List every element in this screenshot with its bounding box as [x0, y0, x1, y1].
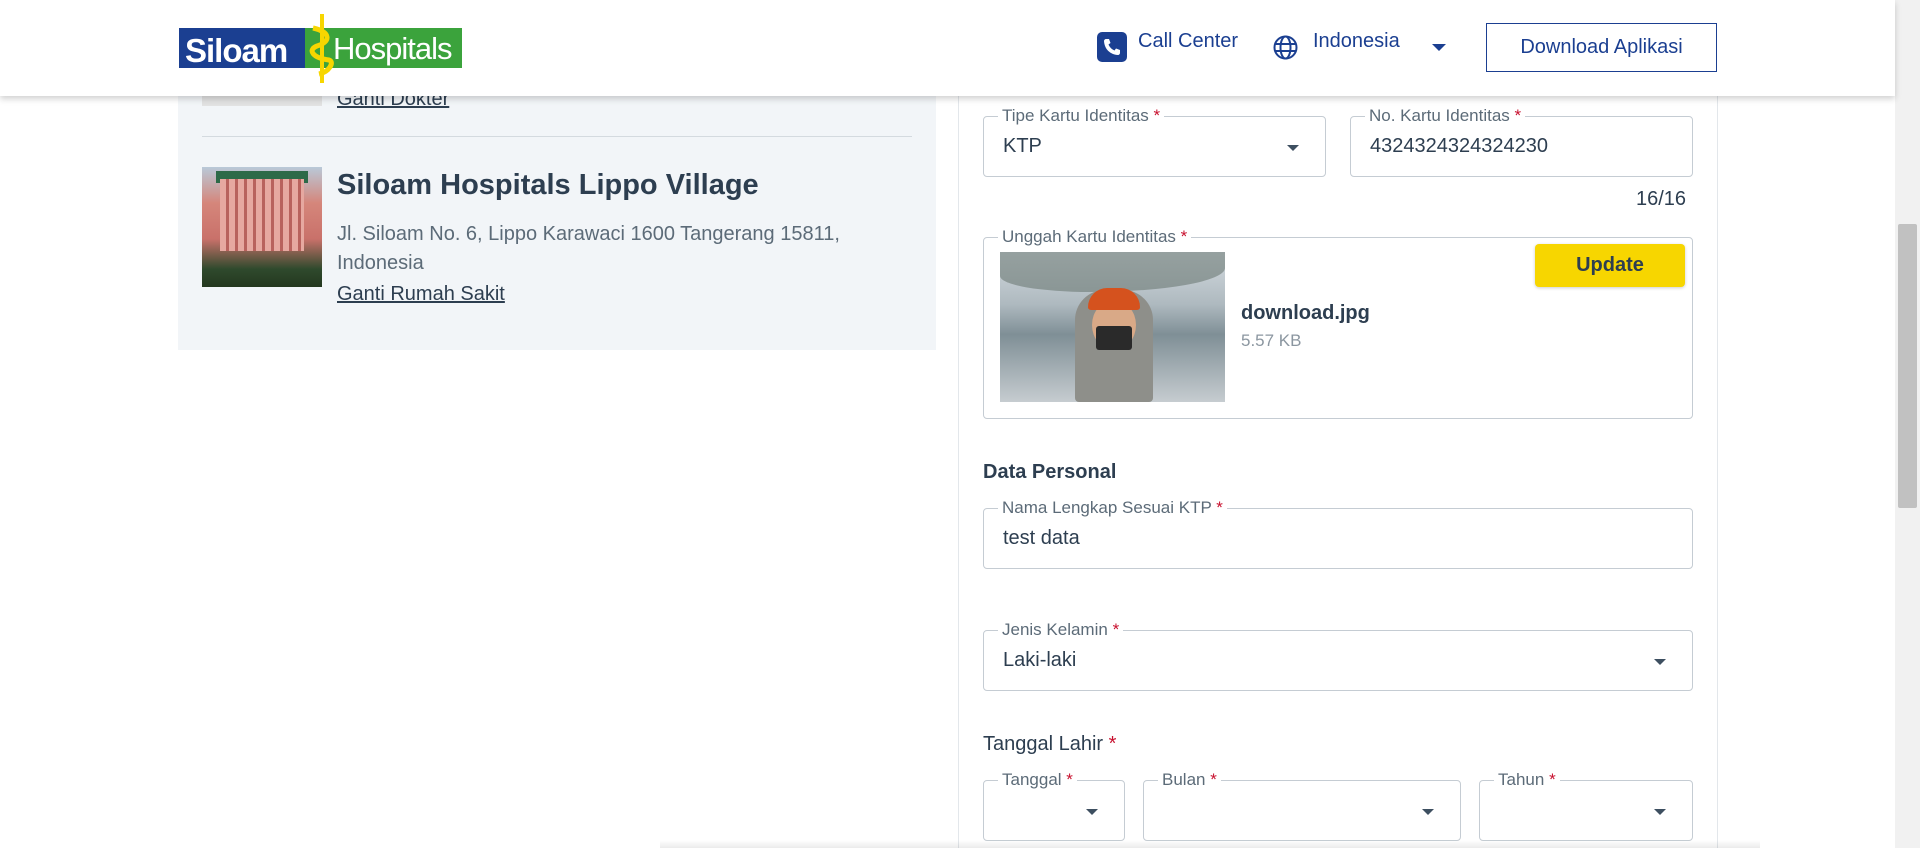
change-hospital-link[interactable]: Ganti Rumah Sakit: [337, 283, 505, 306]
doctor-photo: [202, 96, 322, 106]
birth-date-heading: Tanggal Lahir *: [983, 733, 1117, 755]
language-selector[interactable]: Indonesia: [1313, 30, 1400, 53]
file-name: download.jpg: [1241, 302, 1370, 324]
chevron-down-icon: [1086, 809, 1098, 815]
id-type-label: Tipe Kartu Identitas *: [998, 106, 1165, 126]
uploaded-image-preview: [1000, 252, 1225, 402]
call-center-link[interactable]: Call Center: [1138, 30, 1238, 53]
hospital-building: [220, 179, 304, 251]
hospital-name: Siloam Hospitals Lippo Village: [337, 169, 759, 201]
birth-year-label: Tahun *: [1494, 770, 1560, 790]
gender-value: Laki-laki: [1003, 649, 1077, 671]
phone-icon[interactable]: [1097, 32, 1127, 62]
id-number-input[interactable]: No. Kartu Identitas * 4324324324324230: [1350, 106, 1693, 177]
siloam-logo[interactable]: Siloam Hospitals: [179, 14, 462, 83]
hospital-image: [202, 167, 322, 287]
gender-select[interactable]: Jenis Kelamin * Laki-laki: [983, 620, 1693, 691]
gender-label: Jenis Kelamin *: [998, 620, 1124, 640]
birth-month-select[interactable]: Bulan *: [1143, 770, 1461, 841]
file-size: 5.57 KB: [1241, 331, 1302, 350]
footer-shadow: [660, 840, 1760, 848]
logo-left-block: Siloam: [179, 28, 305, 69]
birth-day-select[interactable]: Tanggal *: [983, 770, 1125, 841]
id-number-label: No. Kartu Identitas *: [1365, 106, 1526, 126]
upload-label: Unggah Kartu Identitas *: [998, 227, 1192, 247]
id-type-select[interactable]: Tipe Kartu Identitas * KTP: [983, 106, 1326, 177]
chevron-down-icon: [1654, 659, 1666, 665]
full-name-input[interactable]: Nama Lengkap Sesuai KTP * test data: [983, 498, 1693, 569]
download-app-button[interactable]: Download Aplikasi: [1486, 23, 1717, 72]
page-scrollbar[interactable]: [1895, 0, 1920, 848]
logo-text-right: Hospitals: [333, 31, 452, 66]
birth-year-select[interactable]: Tahun *: [1479, 770, 1693, 841]
id-upload-field[interactable]: Unggah Kartu Identitas * download.jpg 5.…: [983, 227, 1693, 419]
personal-data-heading: Data Personal: [983, 461, 1117, 483]
caret-down-icon[interactable]: [1432, 44, 1446, 51]
birth-month-label: Bulan *: [1158, 770, 1221, 790]
full-name-value: test data: [1003, 527, 1080, 549]
caduceus-icon: [309, 14, 334, 83]
chevron-down-icon: [1422, 809, 1434, 815]
logo-text-left: Siloam: [185, 32, 288, 69]
char-counter: 16/16: [1636, 188, 1687, 210]
globe-icon[interactable]: [1273, 35, 1298, 60]
update-button[interactable]: Update: [1535, 244, 1685, 287]
id-type-value: KTP: [1003, 135, 1042, 157]
scrollbar-thumb[interactable]: [1898, 224, 1917, 508]
divider: [202, 136, 912, 137]
id-number-value: 4324324324324230: [1370, 135, 1548, 157]
full-name-label: Nama Lengkap Sesuai KTP *: [998, 498, 1227, 518]
site-header: Siloam Hospitals Call Center Indonesia D…: [0, 0, 1895, 96]
chevron-down-icon: [1654, 809, 1666, 815]
chevron-down-icon: [1287, 145, 1299, 151]
hospital-address: Jl. Siloam No. 6, Lippo Karawaci 1600 Ta…: [337, 223, 840, 274]
birth-day-label: Tanggal *: [998, 770, 1077, 790]
selection-summary-panel: Ganti Dokter Siloam Hospitals Lippo Vill…: [178, 88, 936, 350]
